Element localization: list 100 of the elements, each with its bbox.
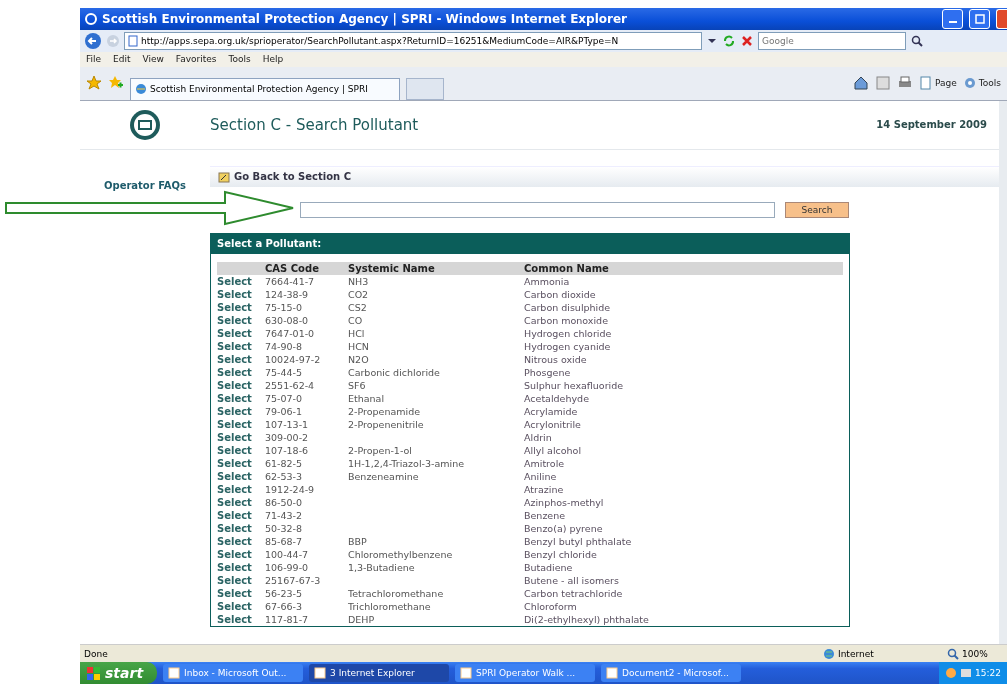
table-cell-text: HCN — [348, 340, 370, 352]
select-link[interactable]: Select — [217, 340, 265, 352]
page-icon — [919, 76, 934, 91]
table-cell-text: HCl — [348, 327, 366, 339]
select-link[interactable]: Select — [217, 509, 265, 521]
taskbar-item[interactable]: Document2 - Microsof... — [601, 664, 742, 682]
select-link[interactable]: Select — [217, 314, 265, 326]
table-cell-text: Acetaldehyde — [524, 392, 590, 404]
select-link[interactable]: Select — [217, 470, 265, 482]
select-link[interactable]: Select — [217, 353, 265, 365]
select-link[interactable]: Select — [217, 275, 265, 287]
table-cell-text: Carbon disulphide — [524, 301, 612, 313]
table-cell-text: Acrylamide — [524, 405, 579, 417]
select-link[interactable]: Select — [217, 587, 265, 599]
search-button[interactable]: Search — [785, 201, 849, 218]
select-link[interactable]: Select — [217, 327, 265, 339]
table-cell-text: BBP — [348, 535, 368, 547]
column-header: Systemic Name — [348, 262, 436, 274]
windows-icon — [86, 665, 101, 681]
table-cell-text: 62-53-3 — [265, 470, 304, 482]
select-link[interactable]: Select — [217, 496, 265, 508]
table-cell-text: Benzeneamine — [348, 470, 420, 482]
close-button[interactable] — [996, 8, 1007, 29]
browser-tab[interactable]: Scottish Environmental Protection Agency | SPRI — [130, 77, 400, 100]
table-cell-text: CS2 — [348, 301, 368, 313]
taskbar-item[interactable]: 3 Internet Explorer — [309, 664, 450, 682]
star-icon — [86, 75, 102, 92]
zoom-control[interactable]: 100% — [947, 647, 1007, 660]
minimize-button[interactable] — [942, 8, 963, 29]
tray-icon — [945, 667, 958, 679]
table-cell-text: Benzene — [524, 509, 567, 521]
table-cell-text: 50-32-8 — [265, 522, 304, 534]
search-field[interactable]: Google — [758, 31, 906, 50]
menu-item[interactable]: File — [86, 54, 102, 65]
maximize-icon — [974, 13, 985, 24]
page-menu[interactable]: Page — [919, 76, 957, 91]
table-cell-text: 7647-01-0 — [265, 327, 316, 339]
select-link[interactable]: Select — [217, 431, 265, 443]
table-cell-text: 1H-1,2,4-Triazol-3-amine — [348, 457, 466, 469]
select-link[interactable]: Select — [217, 392, 265, 404]
table-cell-text: 7664-41-7 — [265, 275, 316, 287]
table-cell-text: Aldrin — [524, 431, 553, 443]
start-button[interactable]: start — [80, 662, 158, 684]
table-cell-text: 71-43-2 — [265, 509, 304, 521]
table-cell-text: 2-Propenamide — [348, 405, 422, 417]
table-cell-text: Aniline — [524, 470, 558, 482]
table-cell-text: 67-66-3 — [265, 600, 304, 612]
taskbar-item[interactable]: Inbox - Microsoft Out... — [163, 664, 304, 682]
address-field[interactable]: http://apps.sepa.org.uk/sprioperator/SearchPollutant.aspx?ReturnID=16251&MediumCode=AIR&PType=N — [124, 31, 702, 50]
table-cell-text: Allyl alcohol — [524, 444, 583, 456]
select-link[interactable]: Select — [217, 418, 265, 430]
select-link[interactable]: Select — [217, 457, 265, 469]
tools-menu[interactable]: Tools — [962, 76, 1001, 91]
table-cell-text: Hydrogen chloride — [524, 327, 613, 339]
table-cell-text: Azinphos-methyl — [524, 496, 605, 508]
select-link[interactable]: Select — [217, 379, 265, 391]
table-cell-text: 124-38-9 — [265, 288, 310, 300]
menu-item[interactable]: Tools — [228, 54, 251, 65]
faq-link[interactable]: Operator FAQs — [103, 179, 187, 191]
select-link[interactable]: Select — [217, 301, 265, 313]
table-cell-text: Tetrachloromethane — [348, 587, 445, 599]
table-cell-text: 75-15-0 — [265, 301, 304, 313]
column-header: CAS Code — [265, 262, 320, 274]
select-link[interactable]: Select — [217, 535, 265, 547]
table-cell-text: Butene - all isomers — [524, 574, 620, 586]
table-cell-text: Acrylonitrile — [524, 418, 582, 430]
table-cell-text: SF6 — [348, 379, 367, 391]
back-link[interactable]: Go Back to Section C — [210, 165, 999, 187]
select-link[interactable]: Select — [217, 483, 265, 495]
menu-item[interactable]: Favorites — [175, 54, 217, 65]
select-link[interactable]: Select — [217, 522, 265, 534]
table-cell-text: Carbon monoxide — [524, 314, 609, 326]
menu-item[interactable]: Edit — [113, 54, 131, 65]
window-icon — [168, 667, 181, 679]
search-input[interactable] — [300, 201, 775, 218]
table-cell-text: Chloroform — [524, 600, 578, 612]
select-link[interactable]: Select — [217, 600, 265, 612]
maximize-button[interactable] — [969, 8, 990, 29]
refresh-icon — [722, 33, 736, 48]
select-link[interactable]: Select — [217, 561, 265, 573]
table-cell-text: 117-81-7 — [265, 613, 310, 625]
table-cell-text: Atrazine — [524, 483, 565, 495]
select-link[interactable]: Select — [217, 405, 265, 417]
table-cell-text: 2551-62-4 — [265, 379, 316, 391]
table-cell-text: 86-50-0 — [265, 496, 304, 508]
table-cell-text: Benzyl chloride — [524, 548, 598, 560]
page-icon — [128, 34, 138, 47]
menu-item[interactable]: Help — [262, 54, 284, 65]
table-cell-text: 1912-24-9 — [265, 483, 316, 495]
select-link[interactable]: Select — [217, 548, 265, 560]
select-link[interactable]: Select — [217, 444, 265, 456]
window-icon — [606, 667, 619, 679]
taskbar-item[interactable]: SPRI Operator Walk ... — [455, 664, 596, 682]
table-cell-text: 107-18-6 — [265, 444, 310, 456]
select-link[interactable]: Select — [217, 288, 265, 300]
select-link[interactable]: Select — [217, 574, 265, 586]
menu-item[interactable]: View — [142, 54, 164, 65]
select-link[interactable]: Select — [217, 366, 265, 378]
select-link[interactable]: Select — [217, 613, 265, 625]
panel-title: Select a Pollutant: — [211, 233, 849, 254]
